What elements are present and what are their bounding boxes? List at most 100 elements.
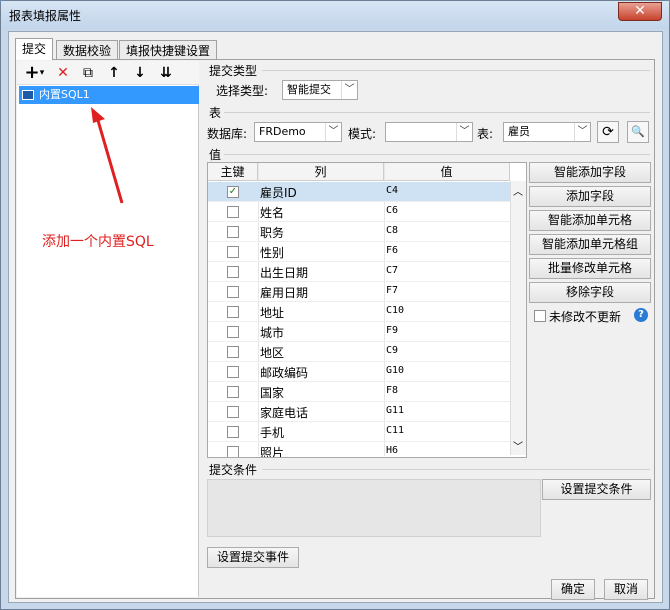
header-column: 列 [258,163,384,181]
batch-modify-cells-button[interactable]: 批量修改单元格 [529,258,651,279]
ok-button[interactable]: 确定 [551,579,595,600]
smart-add-cell-group-button[interactable]: 智能添加单元格组 [529,234,651,255]
cell-value[interactable]: F7 [386,285,398,296]
cell-value[interactable]: C4 [386,185,398,196]
table-row[interactable]: 邮政编码 G10 [208,362,510,382]
divider [224,154,650,155]
submit-type-label: 选择类型: [216,84,269,98]
cell-value[interactable]: C7 [386,265,398,276]
submit-condition-area[interactable] [207,479,541,537]
primary-key-checkbox[interactable] [227,226,239,238]
table-row[interactable]: 家庭电话 G11 [208,402,510,422]
cell-value[interactable]: C9 [386,345,398,356]
primary-key-checkbox[interactable] [227,346,239,358]
primary-key-checkbox[interactable] [227,246,239,258]
copy-icon[interactable]: ⧉ [79,64,97,82]
table-row[interactable]: ✓ 雇员ID C4 [208,182,510,202]
table-row[interactable]: 姓名 C6 [208,202,510,222]
primary-key-checkbox[interactable] [227,406,239,418]
tab-data-validation[interactable]: 数据校验 [56,40,119,60]
table-row[interactable]: 地区 C9 [208,342,510,362]
smart-add-cells-button[interactable]: 智能添加单元格 [529,210,651,231]
mode-select[interactable]: ﹀ [385,122,473,142]
close-button[interactable]: ✕ [618,2,662,21]
table-row[interactable]: 照片 H6 [208,442,510,457]
column-name: 雇员ID [260,186,297,200]
primary-key-checkbox[interactable] [227,206,239,218]
database-value: FRDemo [259,125,306,138]
database-label: 数据库: [207,127,248,141]
database-select[interactable]: FRDemo ﹀ [254,122,342,142]
refresh-icon[interactable]: ⟳ [597,121,619,143]
table-row[interactable]: 雇用日期 F7 [208,282,510,302]
remove-field-button[interactable]: 移除字段 [529,282,651,303]
cell-value[interactable]: F8 [386,385,398,396]
primary-key-checkbox[interactable]: ✓ [227,186,239,198]
smart-add-fields-button[interactable]: 智能添加字段 [529,162,651,183]
table-section-label: 表 [209,106,222,120]
primary-key-checkbox[interactable] [227,286,239,298]
tab-shortcut-settings[interactable]: 填报快捷键设置 [119,40,218,60]
cell-value[interactable]: C10 [386,305,404,316]
submit-type-select[interactable]: 智能提交 ﹀ [282,80,358,100]
scroll-up-icon[interactable]: ︿ [513,183,523,198]
primary-key-checkbox[interactable] [227,306,239,318]
delete-icon[interactable]: ✕ [54,64,72,82]
primary-key-checkbox[interactable] [227,426,239,438]
tree-item-sql[interactable]: 内置SQL1 [19,86,199,104]
table-row[interactable]: 地址 C10 [208,302,510,322]
column-name: 性别 [260,246,285,260]
annotation-text: 添加一个内置SQL [42,234,154,250]
primary-key-checkbox[interactable] [227,366,239,378]
cell-value[interactable]: G10 [386,365,404,376]
primary-key-checkbox[interactable] [227,266,239,278]
column-name: 手机 [260,426,285,440]
divider [262,469,650,470]
cancel-button[interactable]: 取消 [604,579,648,600]
column-name: 出生日期 [260,266,309,280]
field-table: 主键 列 值 ✓ 雇员ID C4 姓名 C6 职务 C8 性别 F6 出生日期 C7 雇用日期 F7 地址… [207,162,527,458]
table-row[interactable]: 国家 F8 [208,382,510,402]
chevron-down-icon: ﹀ [456,123,472,141]
cell-value[interactable]: C11 [386,425,404,436]
cell-value[interactable]: G11 [386,405,404,416]
primary-key-checkbox[interactable] [227,326,239,338]
preview-icon[interactable]: 🔍 [627,121,649,143]
set-submit-condition-button[interactable]: 设置提交条件 [542,479,651,500]
cell-value[interactable]: C8 [386,225,398,236]
submit-type-value: 智能提交 [287,83,331,96]
help-icon[interactable]: ? [634,308,648,322]
table-row[interactable]: 手机 C11 [208,422,510,442]
cell-value[interactable]: F6 [386,245,398,256]
submit-condition-label: 提交条件 [209,463,258,477]
column-name: 家庭电话 [260,406,309,420]
window-title: 报表填报属性 [9,9,82,23]
table-row[interactable]: 职务 C8 [208,222,510,242]
column-name: 姓名 [260,206,285,220]
primary-key-checkbox[interactable] [227,446,239,457]
add-dropdown-icon[interactable]: ▾ [37,64,47,82]
table-row[interactable]: 出生日期 C7 [208,262,510,282]
move-up-icon[interactable]: ↑ [105,64,123,82]
scroll-down-icon[interactable]: ﹀ [513,438,523,453]
dialog-window: 报表填报属性 ✕ 提交 数据校验 填报快捷键设置 + ▾ ✕ ⧉ ↑ ↓ ⇊ 内… [0,0,670,610]
no-update-checkbox[interactable] [534,310,546,322]
set-submit-event-button[interactable]: 设置提交事件 [207,547,299,568]
submit-type-section-label: 提交类型 [209,64,258,78]
header-key: 主键 [208,163,258,181]
add-field-button[interactable]: 添加字段 [529,186,651,207]
primary-key-checkbox[interactable] [227,386,239,398]
move-bottom-icon[interactable]: ⇊ [157,64,175,82]
column-name: 地址 [260,306,285,320]
cell-value[interactable]: C6 [386,205,398,216]
cell-value[interactable]: H6 [386,445,398,456]
table-select[interactable]: 雇员 ﹀ [503,122,591,142]
table-row[interactable]: 性别 F6 [208,242,510,262]
table-scrollbar[interactable]: ︿ ﹀ [510,181,526,455]
cell-value[interactable]: F9 [386,325,398,336]
title-bar[interactable]: 报表填报属性 ✕ [1,1,669,29]
tab-submit[interactable]: 提交 [15,38,54,60]
move-down-icon[interactable]: ↓ [131,64,149,82]
table-row[interactable]: 城市 F9 [208,322,510,342]
tree-item-label: 内置SQL1 [39,88,90,101]
